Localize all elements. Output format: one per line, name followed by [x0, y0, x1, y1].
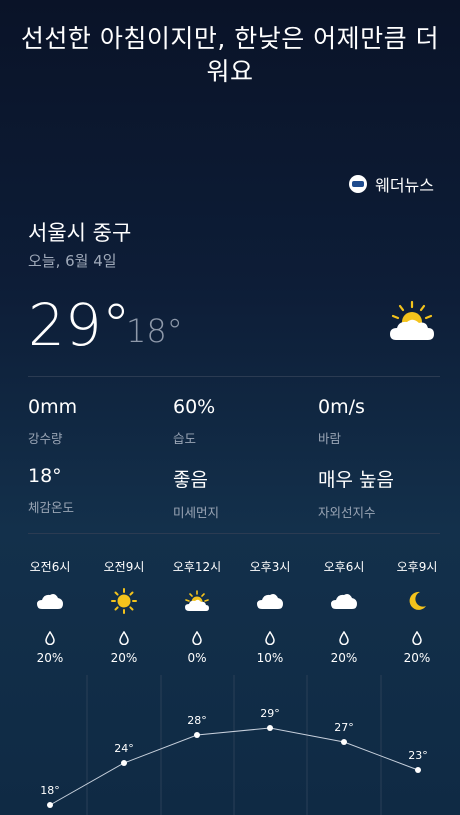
- stat-value: 매우 높음: [318, 469, 394, 491]
- temperature-label: 18°: [40, 784, 60, 797]
- divider: [28, 533, 440, 534]
- temperature-point: [415, 767, 421, 773]
- stat-value: 60%: [173, 396, 216, 418]
- stat-value: 0m/s: [318, 396, 365, 418]
- hour-time: 오후9시: [396, 560, 438, 574]
- location-title[interactable]: 서울시 중구: [28, 217, 131, 247]
- raindrop-icon: [339, 631, 349, 645]
- weathernews-logo-icon: [349, 175, 368, 193]
- stat-fine-dust: 좋음 미세먼지: [173, 465, 219, 521]
- stat-value: 0mm: [28, 396, 78, 418]
- temperature-graph: 18° 24° 28° 29° 27° 23°: [40, 675, 428, 815]
- stat-label: 미세먼지: [173, 505, 220, 520]
- divider: [28, 376, 440, 377]
- raindrop-icon: [119, 631, 129, 645]
- hour-time: 오전9시: [103, 560, 145, 574]
- stat-wind: 0m/s 바람: [318, 396, 365, 447]
- date-text: 오늘, 6월 4일: [28, 252, 117, 270]
- hour-precip: 10%: [256, 651, 284, 665]
- stat-humidity: 60% 습도: [173, 396, 215, 447]
- hourly-item: 오후3시 10%: [240, 558, 300, 665]
- source-name: 웨더뉴스: [375, 176, 434, 195]
- low-temperature: 18°: [126, 312, 183, 350]
- hourly-item: 오후12시 0%: [167, 558, 227, 665]
- headline: 선선한 아침이지만, 한낮은 어제만큼 더워요: [20, 24, 440, 86]
- raindrop-icon: [265, 631, 275, 645]
- temperature-point: [47, 802, 53, 808]
- stat-label: 강수량: [28, 431, 63, 446]
- raindrop-icon: [192, 631, 202, 645]
- stat-value: 좋음: [173, 469, 208, 491]
- hour-time: 오후3시: [249, 560, 291, 574]
- temperature-label: 29°: [260, 707, 280, 720]
- partly-cloudy-sun-icon: [390, 300, 434, 340]
- stat-label: 바람: [318, 431, 342, 446]
- temperature-point: [267, 725, 273, 731]
- sun-icon: [111, 588, 137, 614]
- hourly-item: 오후6시 20%: [314, 558, 374, 665]
- hourly-item: 오전6시 20%: [20, 558, 80, 665]
- temperature-point: [194, 732, 200, 738]
- hour-precip: 20%: [403, 651, 431, 665]
- stat-label: 습도: [173, 431, 197, 446]
- hour-precip: 20%: [36, 651, 64, 665]
- hour-precip: 0%: [187, 651, 207, 665]
- hour-time: 오전6시: [29, 560, 71, 574]
- hour-time: 오후12시: [172, 560, 222, 574]
- partly-cloudy-sun-icon: [185, 590, 209, 611]
- hour-time: 오후6시: [323, 560, 365, 574]
- current-temperature: 29°: [28, 291, 131, 359]
- stat-uv-index: 매우 높음 자외선지수: [318, 465, 394, 521]
- hourly-item: 오후9시 20%: [387, 558, 447, 665]
- cloud-icon: [37, 594, 63, 609]
- hour-precip: 20%: [110, 651, 138, 665]
- raindrop-icon: [412, 631, 422, 645]
- stat-feels-like: 18° 체감온도: [28, 465, 74, 516]
- moon-icon: [409, 591, 426, 610]
- stat-precipitation: 0mm 강수량: [28, 396, 77, 447]
- cloud-icon: [331, 594, 357, 609]
- hourly-item: 오전9시 20%: [94, 558, 154, 665]
- temperature-label: 28°: [187, 714, 207, 727]
- stat-label: 체감온도: [28, 500, 75, 515]
- hour-precip: 20%: [330, 651, 358, 665]
- temperature-label: 27°: [334, 721, 354, 734]
- temperature-label: 24°: [114, 742, 134, 755]
- raindrop-icon: [45, 631, 55, 645]
- temperature-point: [121, 760, 127, 766]
- stat-label: 자외선지수: [318, 505, 376, 520]
- news-source[interactable]: 웨더뉴스: [349, 172, 434, 196]
- temperature-point: [341, 739, 347, 745]
- stat-value: 18°: [28, 465, 62, 487]
- cloud-icon: [257, 594, 283, 609]
- temperature-label: 23°: [408, 749, 428, 762]
